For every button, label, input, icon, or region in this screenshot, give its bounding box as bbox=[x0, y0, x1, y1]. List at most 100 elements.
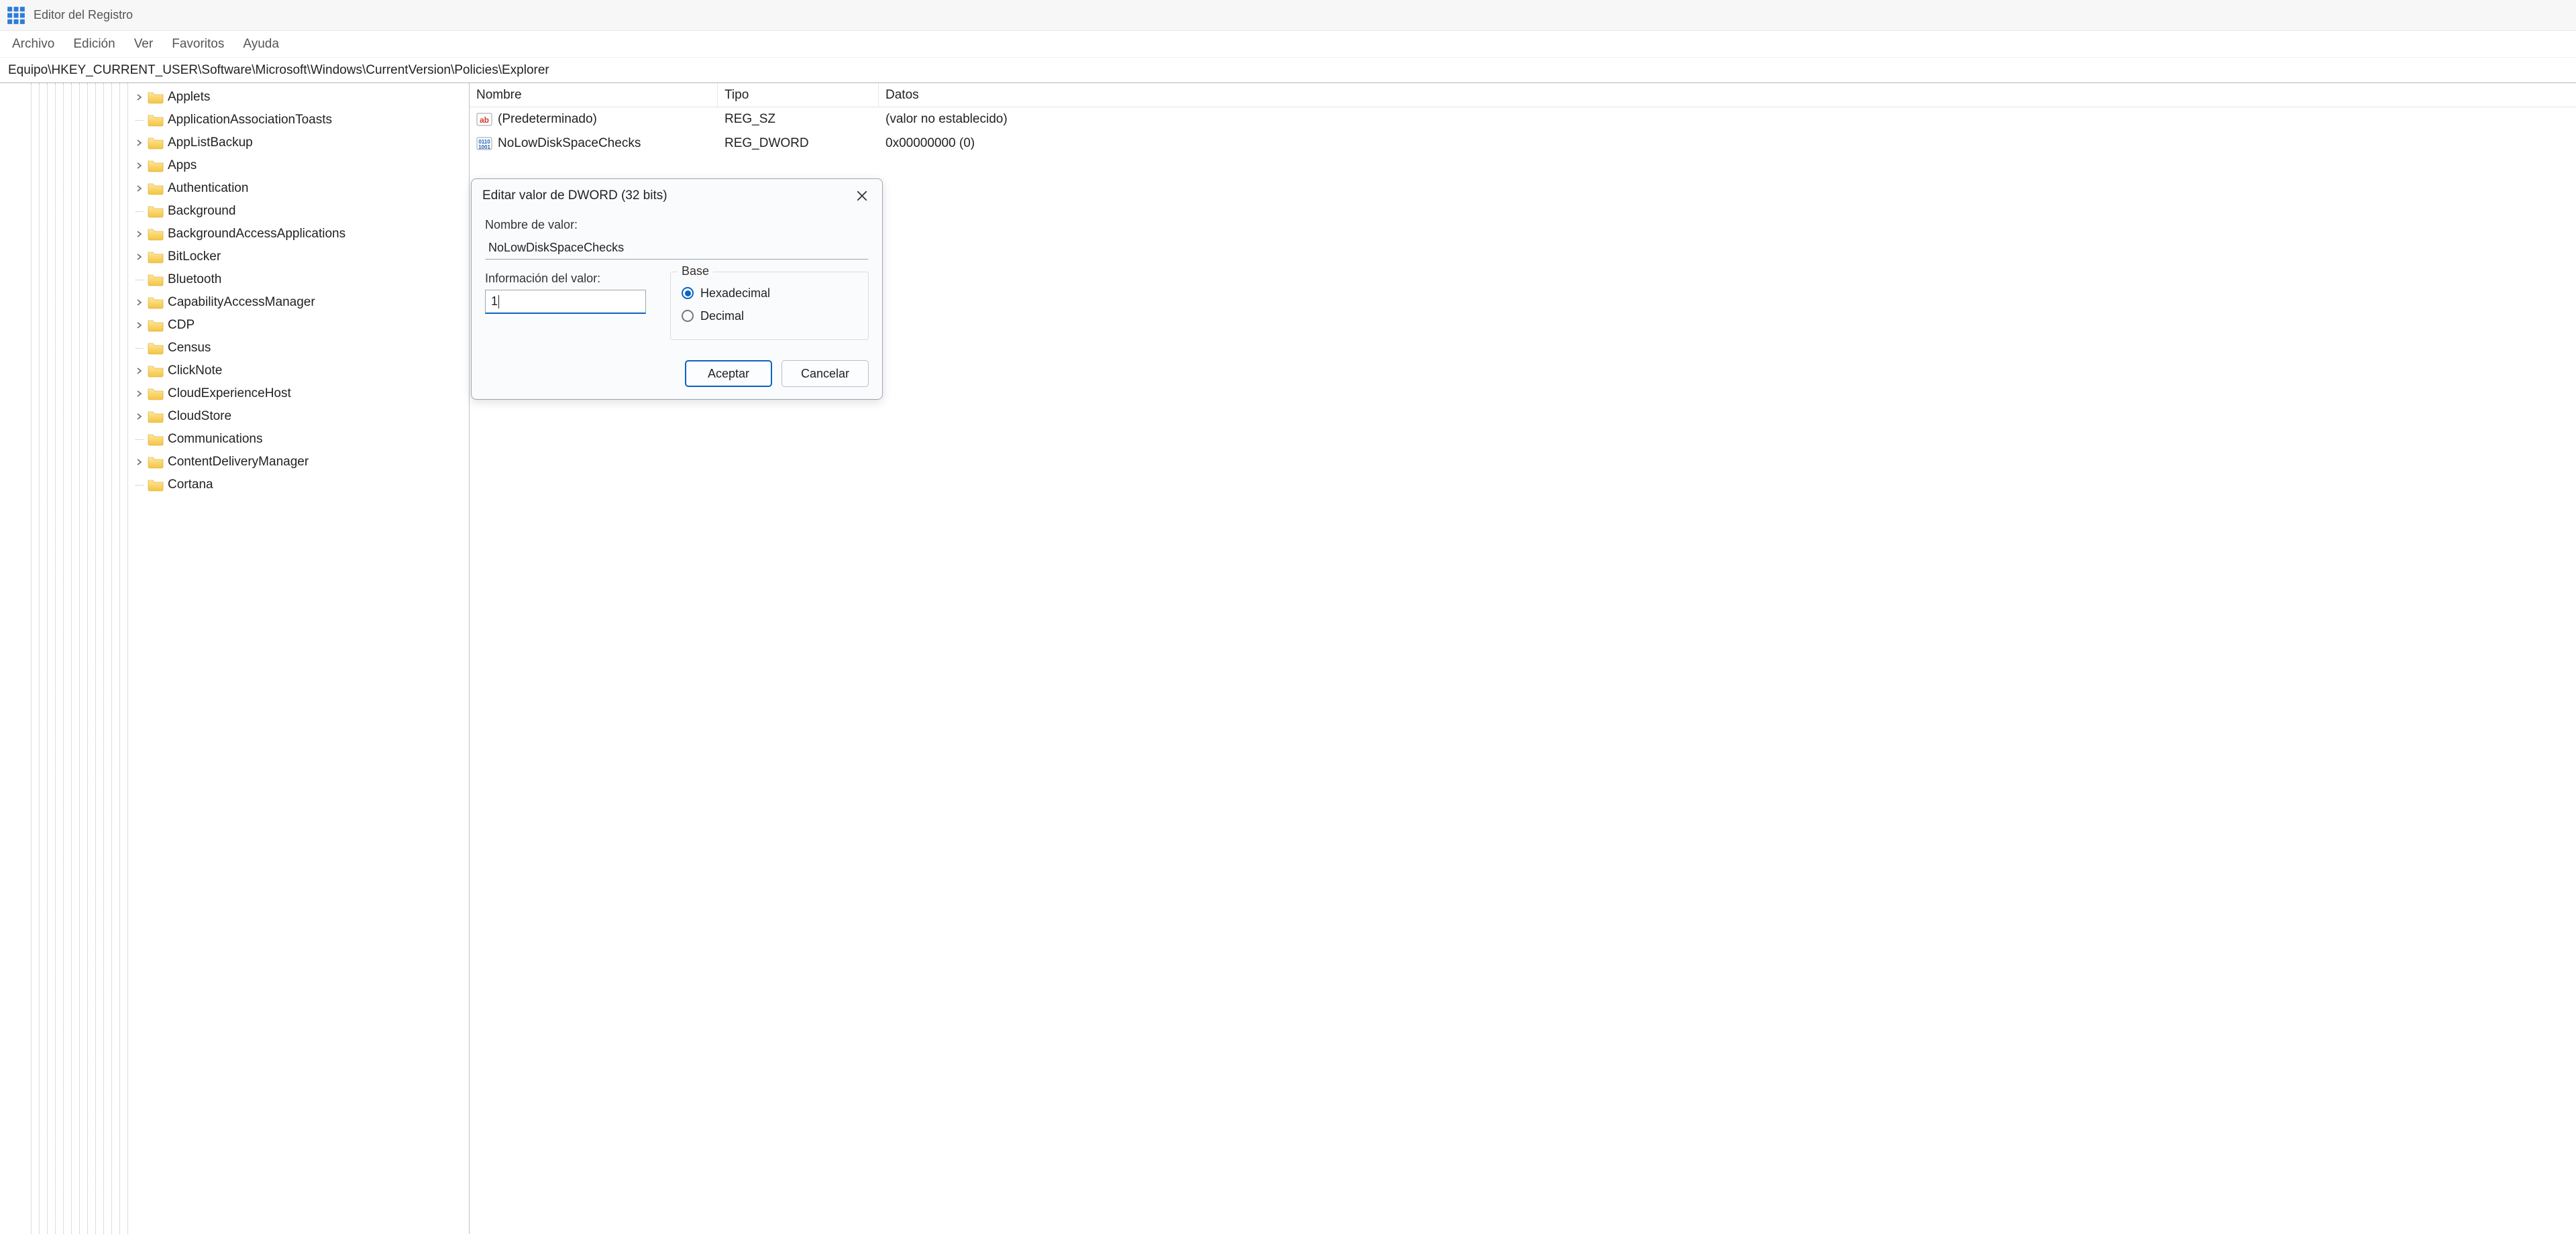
values-list[interactable]: ab(Predeterminado)REG_SZ(valor no establ… bbox=[470, 107, 2576, 156]
list-header: Nombre Tipo Datos bbox=[470, 83, 2576, 107]
radio-hexadecimal[interactable]: Hexadecimal bbox=[682, 282, 857, 304]
tree-item[interactable]: Census bbox=[0, 337, 469, 359]
expander-icon[interactable] bbox=[134, 457, 145, 467]
value-data: 0x00000000 (0) bbox=[879, 136, 2576, 151]
tree-item[interactable]: AppListBackup bbox=[0, 131, 469, 154]
menubar: Archivo Edición Ver Favoritos Ayuda bbox=[0, 31, 2576, 58]
expander-icon[interactable] bbox=[134, 183, 145, 194]
value-type: REG_SZ bbox=[718, 112, 879, 127]
tree-item-label: Apps bbox=[168, 158, 197, 173]
tree-item[interactable]: Apps bbox=[0, 154, 469, 177]
tree-item[interactable]: BackgroundAccessApplications bbox=[0, 223, 469, 245]
menu-favoritos[interactable]: Favoritos bbox=[164, 33, 232, 56]
folder-icon bbox=[148, 113, 164, 127]
folder-icon bbox=[148, 433, 164, 446]
expander-icon[interactable] bbox=[134, 92, 145, 103]
base-legend: Base bbox=[678, 264, 713, 278]
radio-decimal[interactable]: Decimal bbox=[682, 304, 857, 327]
radio-dec-label: Decimal bbox=[700, 309, 744, 323]
cancel-button[interactable]: Cancelar bbox=[782, 360, 869, 387]
tree-item[interactable]: Background bbox=[0, 200, 469, 223]
expander-icon[interactable] bbox=[134, 251, 145, 262]
folder-icon bbox=[148, 159, 164, 172]
value-row[interactable]: ab(Predeterminado)REG_SZ(valor no establ… bbox=[470, 107, 2576, 131]
folder-icon bbox=[148, 455, 164, 469]
svg-text:1001: 1001 bbox=[478, 144, 490, 150]
tree-item[interactable]: Bluetooth bbox=[0, 268, 469, 291]
tree-item[interactable]: ContentDeliveryManager bbox=[0, 451, 469, 473]
value-name-input[interactable]: NoLowDiskSpaceChecks bbox=[485, 236, 869, 260]
expander-icon[interactable] bbox=[134, 411, 145, 422]
tree-connector-icon bbox=[134, 274, 145, 285]
tree-item[interactable]: CloudStore bbox=[0, 405, 469, 428]
column-header-data[interactable]: Datos bbox=[879, 83, 2576, 107]
tree-item-label: Applets bbox=[168, 90, 210, 105]
values-pane: Nombre Tipo Datos ab(Predeterminado)REG_… bbox=[470, 83, 2576, 1234]
tree-item-label: CloudStore bbox=[168, 409, 231, 424]
ok-button[interactable]: Aceptar bbox=[685, 360, 772, 387]
split-panes: Applets ApplicationAssociationToasts AppLi… bbox=[0, 83, 2576, 1234]
menu-edicion[interactable]: Edición bbox=[65, 33, 123, 56]
radio-dot-icon bbox=[682, 310, 694, 322]
menu-ver[interactable]: Ver bbox=[126, 33, 162, 56]
folder-icon bbox=[148, 410, 164, 423]
tree-item-label: Authentication bbox=[168, 181, 248, 196]
regedit-icon bbox=[7, 6, 25, 25]
expander-icon[interactable] bbox=[134, 366, 145, 376]
edit-dword-dialog: Editar valor de DWORD (32 bits) Nombre d… bbox=[471, 178, 883, 400]
expander-icon[interactable] bbox=[134, 160, 145, 171]
tree-item-label: BackgroundAccessApplications bbox=[168, 227, 345, 241]
expander-icon[interactable] bbox=[134, 320, 145, 331]
radio-hex-label: Hexadecimal bbox=[700, 286, 770, 300]
folder-icon bbox=[148, 273, 164, 286]
folder-icon bbox=[148, 364, 164, 378]
folder-icon bbox=[148, 205, 164, 218]
tree-item-label: ApplicationAssociationToasts bbox=[168, 113, 332, 127]
dialog-title-text: Editar valor de DWORD (32 bits) bbox=[482, 188, 667, 203]
registry-tree[interactable]: Applets ApplicationAssociationToasts AppLi… bbox=[0, 86, 469, 496]
svg-text:ab: ab bbox=[480, 115, 489, 125]
tree-connector-icon bbox=[134, 480, 145, 490]
tree-item-label: CDP bbox=[168, 318, 195, 333]
addressbar[interactable]: Equipo\HKEY_CURRENT_USER\Software\Micros… bbox=[0, 58, 2576, 83]
value-name: NoLowDiskSpaceChecks bbox=[498, 136, 641, 151]
tree-item-label: AppListBackup bbox=[168, 135, 253, 150]
radio-dot-icon bbox=[682, 287, 694, 299]
expander-icon[interactable] bbox=[134, 137, 145, 148]
tree-item[interactable]: Authentication bbox=[0, 177, 469, 200]
titlebar: Editor del Registro bbox=[0, 0, 2576, 31]
tree-pane[interactable]: Applets ApplicationAssociationToasts AppLi… bbox=[0, 83, 470, 1234]
folder-icon bbox=[148, 250, 164, 264]
tree-item-label: BitLocker bbox=[168, 249, 221, 264]
value-row[interactable]: 01101001NoLowDiskSpaceChecksREG_DWORD0x0… bbox=[470, 131, 2576, 156]
value-data: (valor no establecido) bbox=[879, 112, 2576, 127]
expander-icon[interactable] bbox=[134, 229, 145, 239]
tree-item[interactable]: CDP bbox=[0, 314, 469, 337]
expander-icon[interactable] bbox=[134, 297, 145, 308]
window-title: Editor del Registro bbox=[34, 8, 133, 22]
base-group: Base Hexadecimal Decimal bbox=[670, 272, 869, 340]
menu-ayuda[interactable]: Ayuda bbox=[235, 33, 287, 56]
tree-item-label: CapabilityAccessManager bbox=[168, 295, 315, 310]
folder-icon bbox=[148, 136, 164, 150]
column-header-type[interactable]: Tipo bbox=[718, 83, 879, 107]
dialog-close-button[interactable] bbox=[853, 186, 871, 205]
tree-item[interactable]: CloudExperienceHost bbox=[0, 382, 469, 405]
tree-item[interactable]: ApplicationAssociationToasts bbox=[0, 109, 469, 131]
tree-item[interactable]: BitLocker bbox=[0, 245, 469, 268]
column-header-name[interactable]: Nombre bbox=[470, 83, 718, 107]
dialog-titlebar[interactable]: Editar valor de DWORD (32 bits) bbox=[472, 179, 882, 213]
value-data-input[interactable]: 1 bbox=[485, 290, 646, 314]
tree-item[interactable]: Cortana bbox=[0, 473, 469, 496]
expander-icon[interactable] bbox=[134, 388, 145, 399]
reg-string-icon: ab bbox=[476, 111, 492, 127]
folder-icon bbox=[148, 341, 164, 355]
tree-connector-icon bbox=[134, 434, 145, 445]
tree-item-label: Cortana bbox=[168, 478, 213, 492]
tree-item[interactable]: Communications bbox=[0, 428, 469, 451]
menu-archivo[interactable]: Archivo bbox=[4, 33, 62, 56]
tree-connector-icon bbox=[134, 115, 145, 125]
tree-item[interactable]: ClickNote bbox=[0, 359, 469, 382]
tree-item[interactable]: CapabilityAccessManager bbox=[0, 291, 469, 314]
tree-item[interactable]: Applets bbox=[0, 86, 469, 109]
